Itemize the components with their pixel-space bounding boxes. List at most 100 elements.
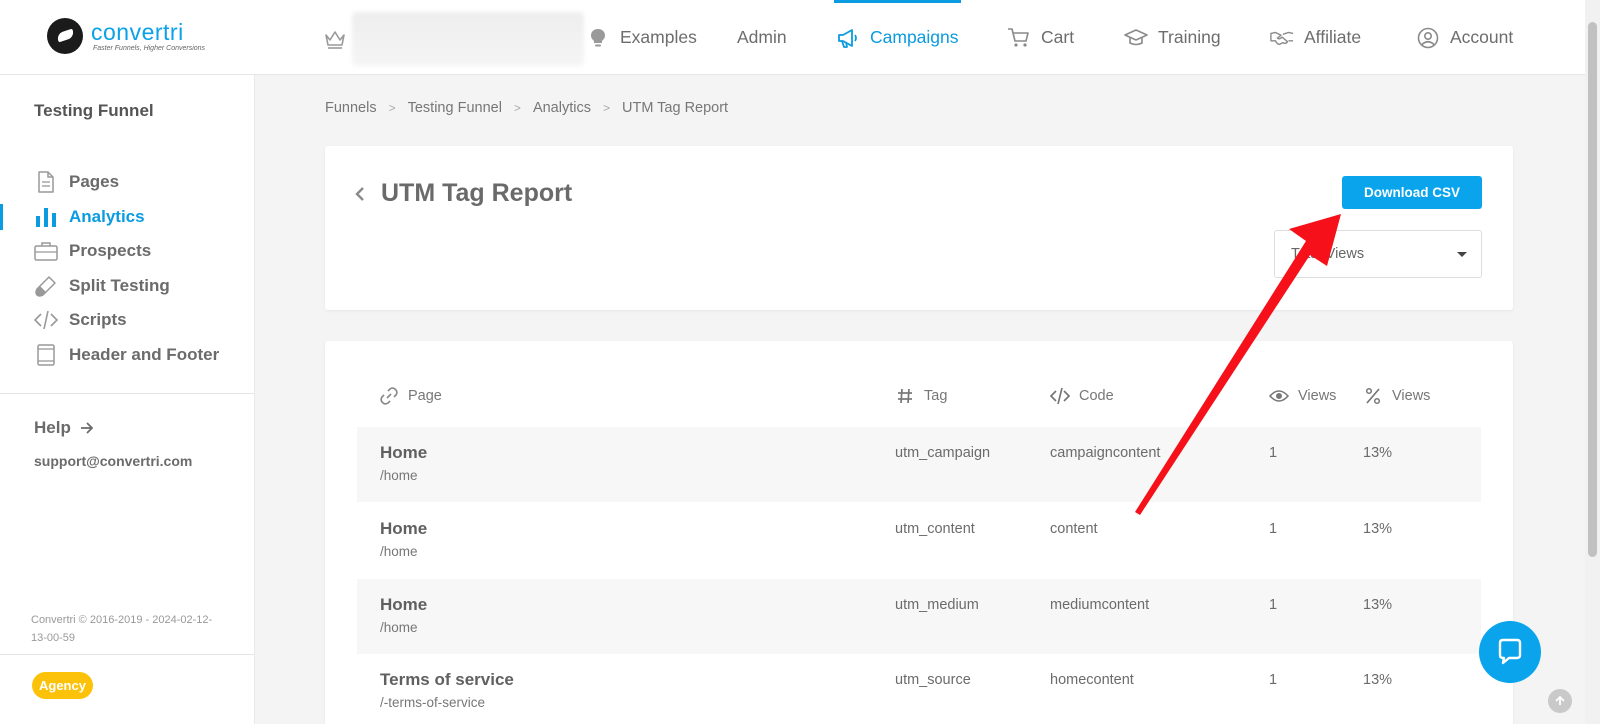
- nav-cart[interactable]: Cart: [1007, 0, 1074, 75]
- code-icon: [34, 308, 58, 332]
- crown-icon[interactable]: [323, 27, 347, 49]
- row-pct: 13%: [1363, 672, 1393, 688]
- row-page-name: Home: [380, 443, 428, 462]
- hash-icon: [895, 387, 915, 405]
- code-icon: [1050, 387, 1070, 405]
- handshake-icon: [1270, 26, 1294, 50]
- table-row: Home /home utm_content content 1 13%: [357, 503, 1481, 578]
- sidebar-item-analytics[interactable]: Analytics: [0, 200, 254, 234]
- utm-table-card: Page Tag Code Views Views Home /home utm…: [325, 341, 1513, 724]
- sidebar-item-prospects[interactable]: Prospects: [0, 234, 254, 268]
- scrollbar-thumb[interactable]: [1588, 22, 1597, 557]
- chat-bubble-icon: [1498, 638, 1522, 665]
- row-page-path: /-terms-of-service: [380, 695, 486, 710]
- arrow-right-icon: [80, 422, 94, 434]
- sidebar-item-split-testing[interactable]: Split Testing: [0, 269, 254, 303]
- nav-training[interactable]: Training: [1124, 0, 1221, 75]
- sidebar-item-header-footer[interactable]: Header and Footer: [0, 338, 254, 372]
- row-views: 1: [1269, 445, 1278, 461]
- row-pct: 13%: [1363, 597, 1393, 613]
- top-navigation: convertri Faster Funnels, Higher Convers…: [0, 0, 1585, 75]
- chevron-left-icon[interactable]: [353, 184, 367, 204]
- caret-down-icon: [1457, 252, 1467, 257]
- percent-icon: [1363, 387, 1383, 405]
- row-pct: 13%: [1363, 521, 1393, 537]
- scroll-to-top-button[interactable]: [1548, 689, 1572, 713]
- test-tube-icon: [34, 274, 58, 298]
- support-email[interactable]: support@convertri.com: [34, 453, 192, 469]
- sidebar-divider-bottom: [0, 654, 254, 655]
- breadcrumb-funnels[interactable]: Funnels: [325, 100, 377, 116]
- nav-campaigns[interactable]: Campaigns: [834, 0, 961, 75]
- row-tag: utm_content: [895, 521, 975, 537]
- help-link[interactable]: Help: [34, 418, 95, 438]
- chevron-right-icon: >: [602, 101, 610, 115]
- table-row: Home /home utm_campaign campaigncontent …: [357, 427, 1481, 502]
- row-code: content: [1050, 521, 1098, 537]
- row-tag: utm_source: [895, 672, 971, 688]
- funnel-title: Testing Funnel: [34, 101, 154, 120]
- eye-icon: [1269, 387, 1289, 405]
- chevron-right-icon: >: [513, 101, 521, 115]
- row-views: 1: [1269, 597, 1278, 613]
- chevron-right-icon: >: [388, 101, 396, 115]
- download-csv-button[interactable]: Download CSV: [1342, 176, 1482, 209]
- cart-icon: [1007, 26, 1031, 50]
- row-code: mediumcontent: [1050, 597, 1150, 613]
- row-tag: utm_medium: [895, 597, 979, 613]
- user-circle-icon: [1416, 26, 1440, 50]
- lightbulb-icon: [586, 26, 610, 50]
- graduation-cap-icon: [1124, 26, 1148, 50]
- rabbit-logo-icon: [47, 18, 83, 54]
- sidebar-divider: [0, 393, 254, 394]
- logo-name: convertri: [91, 19, 184, 45]
- nav-affiliate[interactable]: Affiliate: [1270, 0, 1361, 75]
- arrow-up-icon: [1555, 695, 1565, 705]
- row-views: 1: [1269, 521, 1278, 537]
- breadcrumb-testing-funnel[interactable]: Testing Funnel: [408, 100, 502, 116]
- breadcrumb-current: UTM Tag Report: [621, 100, 729, 116]
- sidebar-item-scripts[interactable]: Scripts: [0, 303, 254, 337]
- agency-badge: Agency: [32, 672, 93, 699]
- column-header-code: Code: [1050, 387, 1114, 405]
- row-page-path: /home: [380, 544, 418, 559]
- report-header-card: UTM Tag Report Download CSV Total Views: [325, 146, 1513, 310]
- chat-button[interactable]: [1479, 621, 1541, 683]
- table-row: Terms of service /-terms-of-service utm_…: [357, 654, 1481, 724]
- sidebar-item-pages[interactable]: Pages: [0, 165, 254, 199]
- column-header-page: Page: [379, 387, 442, 405]
- table-row: Home /home utm_medium mediumcontent 1 13…: [357, 579, 1481, 654]
- funnel-sidebar: Testing Funnel Pages Analytics Prospects…: [0, 75, 255, 724]
- breadcrumb-analytics[interactable]: Analytics: [533, 100, 591, 116]
- page-title: UTM Tag Report: [381, 179, 573, 207]
- row-pct: 13%: [1363, 445, 1393, 461]
- column-header-tag: Tag: [895, 387, 947, 405]
- nav-admin[interactable]: Admin: [737, 0, 787, 75]
- convertri-logo[interactable]: convertri Faster Funnels, Higher Convers…: [47, 18, 205, 54]
- blurred-account-info: [352, 12, 584, 66]
- row-page-path: /home: [380, 468, 418, 483]
- metric-select[interactable]: Total Views: [1274, 230, 1482, 278]
- nav-examples[interactable]: Examples: [586, 0, 697, 75]
- row-page-path: /home: [380, 620, 418, 635]
- document-icon: [34, 170, 58, 194]
- briefcase-icon: [34, 239, 58, 263]
- column-header-pct-views: Views: [1363, 387, 1430, 405]
- row-views: 1: [1269, 672, 1278, 688]
- row-code: homecontent: [1050, 672, 1134, 688]
- book-icon: [34, 343, 58, 367]
- copyright: Convertri © 2016-2019 - 2024-02-12- 13-0…: [31, 614, 213, 644]
- vertical-scrollbar[interactable]: [1585, 0, 1600, 724]
- row-page-name: Home: [380, 595, 428, 614]
- metric-select-value: Total Views: [1291, 246, 1365, 262]
- link-icon: [379, 387, 399, 405]
- row-code: campaigncontent: [1050, 445, 1161, 461]
- breadcrumb: Funnels > Testing Funnel > Analytics > U…: [325, 100, 728, 116]
- row-page-name: Home: [380, 519, 428, 538]
- logo-tagline: Faster Funnels, Higher Conversions: [93, 45, 206, 52]
- nav-account[interactable]: Account: [1416, 0, 1513, 75]
- megaphone-icon: [836, 26, 860, 50]
- bar-chart-icon: [34, 205, 58, 229]
- column-header-views: Views: [1269, 387, 1336, 405]
- row-page-name: Terms of service: [380, 670, 514, 689]
